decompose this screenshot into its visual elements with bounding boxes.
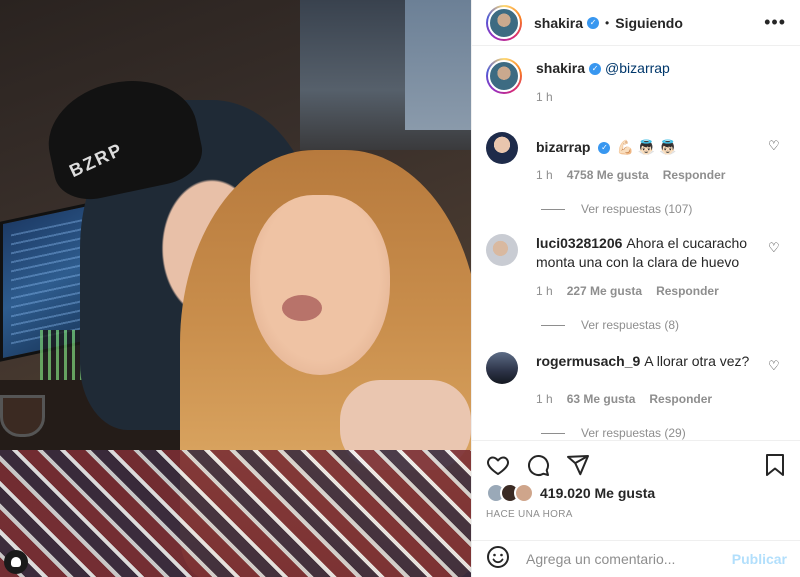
comment-like-heart-icon[interactable]: ♡ [768, 139, 780, 152]
post-actions-section: 419.020 Me gusta HACE UNA HORA [472, 440, 800, 520]
post-photo[interactable]: BZRP [0, 0, 471, 577]
caption-mention-link[interactable]: @bizarrap [605, 60, 670, 76]
more-options-icon[interactable]: ••• [764, 12, 786, 33]
photo-lips [282, 295, 322, 321]
comment-like-heart-icon[interactable]: ♡ [768, 359, 780, 372]
following-button[interactable]: Siguiendo [615, 15, 683, 31]
comment-time: 1 h [536, 284, 553, 298]
reply-button[interactable]: Responder [656, 284, 719, 298]
reply-button[interactable]: Responder [663, 168, 726, 182]
post-comment-button[interactable]: Publicar [732, 551, 787, 567]
verified-badge-icon: ✓ [598, 142, 611, 155]
replies-line [541, 208, 565, 210]
action-bar [472, 441, 800, 483]
caption-avatar[interactable] [486, 58, 522, 94]
post-timestamp: HACE UNA HORA [486, 509, 573, 520]
comment-icon[interactable] [526, 453, 550, 477]
comment-item: bizarrap ✓ 💪🏻 👼🏻 👼🏻 ♡ 1 h 4758 Me gusta Resp… [486, 132, 786, 216]
comment-likes[interactable]: 63 Me gusta [567, 392, 636, 406]
comment-item: rogermusach_9 A llorar otra vez? ♡ 1 h 63 … [486, 352, 786, 440]
reply-button[interactable]: Responder [649, 392, 712, 406]
view-replies-label[interactable]: Ver respuestas (107) [581, 202, 692, 216]
replies-line [541, 324, 565, 326]
comment-username[interactable]: rogermusach_9 [536, 353, 640, 369]
caption-username[interactable]: shakira [536, 60, 585, 76]
liker-avatars [486, 483, 534, 503]
comment-text: 💪🏻 👼🏻 👼🏻 [616, 139, 677, 155]
likes-summary[interactable]: 419.020 Me gusta [472, 483, 800, 503]
post-side-panel: shakira ✓ • Siguiendo ••• shakira ✓ @bizar… [471, 0, 800, 577]
photo-person-right-face [250, 195, 390, 375]
likes-count[interactable]: 419.020 Me gusta [540, 485, 655, 501]
header-separator: • [605, 15, 610, 30]
comment-username[interactable]: bizarrap [536, 139, 590, 155]
comment-like-heart-icon[interactable]: ♡ [768, 241, 780, 254]
comment-text: A llorar otra vez? [644, 353, 750, 369]
author-avatar[interactable] [486, 4, 522, 41]
commenter-avatar[interactable] [486, 132, 518, 164]
commenter-avatar[interactable] [486, 352, 518, 384]
view-replies-button[interactable]: Ver respuestas (107) [541, 202, 786, 216]
comment-input[interactable] [526, 551, 732, 567]
comment-username[interactable]: luci03281206 [536, 235, 622, 251]
bookmark-icon[interactable] [763, 453, 787, 477]
emoji-icon[interactable] [486, 545, 510, 574]
caption-time: 1 h [536, 90, 553, 104]
view-replies-label[interactable]: Ver respuestas (29) [581, 426, 686, 440]
comment-composer: Publicar [472, 540, 800, 577]
view-replies-label[interactable]: Ver respuestas (8) [581, 318, 679, 332]
user-tag-icon[interactable] [4, 550, 28, 574]
comment-time: 1 h [536, 392, 553, 406]
verified-badge-icon: ✓ [589, 63, 602, 76]
author-username[interactable]: shakira [534, 15, 583, 31]
commenter-avatar[interactable] [486, 234, 518, 266]
photo-cup [0, 395, 45, 437]
share-icon[interactable] [566, 453, 590, 477]
comment-likes[interactable]: 227 Me gusta [567, 284, 642, 298]
view-replies-button[interactable]: Ver respuestas (8) [541, 318, 786, 332]
comment-item: luci03281206 Ahora el cucaracho monta una… [486, 234, 786, 332]
post-header: shakira ✓ • Siguiendo ••• [472, 0, 800, 46]
photo-plaid-shirt [0, 450, 471, 577]
comment-time: 1 h [536, 168, 553, 182]
post-caption: shakira ✓ @bizarrap 1 h [472, 46, 800, 104]
heart-icon[interactable] [486, 453, 510, 477]
view-replies-button[interactable]: Ver respuestas (29) [541, 426, 786, 440]
comment-likes[interactable]: 4758 Me gusta [567, 168, 649, 182]
verified-badge-icon: ✓ [587, 16, 600, 29]
photo-window [405, 0, 471, 130]
replies-line [541, 432, 565, 434]
